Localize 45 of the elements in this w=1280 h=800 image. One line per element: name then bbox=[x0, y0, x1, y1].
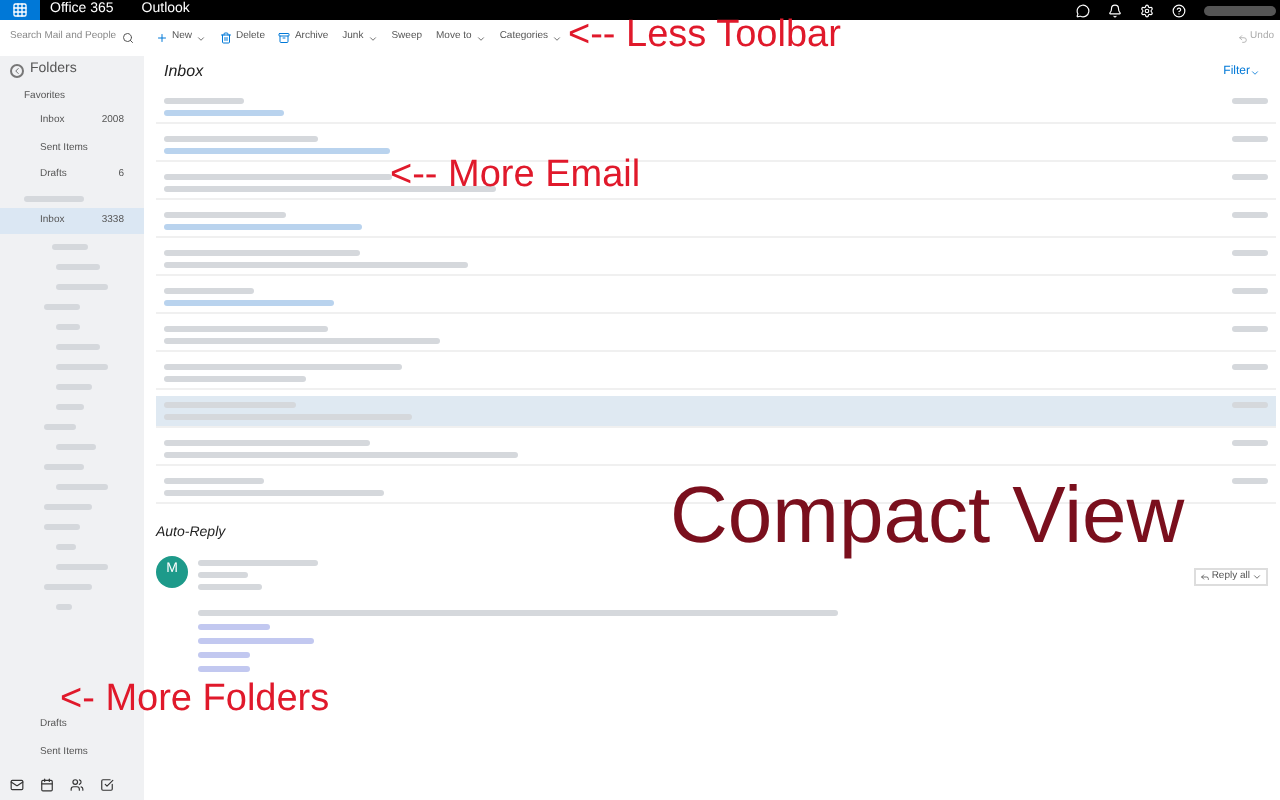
reply-icon bbox=[1199, 571, 1210, 582]
blurred-text bbox=[164, 478, 264, 484]
blurred-text bbox=[1232, 440, 1268, 446]
blurred-text bbox=[164, 212, 286, 218]
blurred-text bbox=[1232, 478, 1268, 484]
settings-icon[interactable] bbox=[1140, 3, 1154, 17]
blurred-text bbox=[198, 623, 270, 629]
blurred-text bbox=[164, 98, 244, 104]
blurred-text bbox=[164, 288, 254, 294]
blurred-text bbox=[1232, 288, 1268, 294]
blurred-text bbox=[198, 571, 248, 577]
undo-icon bbox=[1238, 33, 1249, 43]
blurred-text bbox=[1232, 98, 1268, 104]
bell-icon[interactable] bbox=[1108, 3, 1122, 17]
caret-icon bbox=[1250, 67, 1260, 77]
calendar-icon[interactable] bbox=[40, 778, 54, 792]
people-icon[interactable] bbox=[70, 778, 84, 792]
blurred-text bbox=[198, 583, 262, 589]
archive-icon bbox=[278, 32, 291, 44]
annotation-text: Compact View bbox=[670, 476, 1185, 556]
blurred-text bbox=[198, 651, 250, 657]
inbox-title: Inbox bbox=[164, 60, 204, 84]
blurred-text bbox=[1232, 136, 1268, 142]
plus-icon bbox=[156, 32, 168, 44]
trash-icon bbox=[220, 32, 233, 44]
blurred-text bbox=[198, 665, 250, 671]
blurred-text bbox=[1232, 364, 1268, 370]
caret-icon bbox=[1252, 571, 1262, 582]
annotation-text: <-- Less Toolbar bbox=[568, 16, 841, 54]
search-icon bbox=[122, 32, 134, 44]
blurred-text bbox=[1232, 174, 1268, 180]
annotation-text: <- More Folders bbox=[60, 680, 330, 718]
blurred-text bbox=[198, 559, 318, 565]
help-icon[interactable] bbox=[1172, 3, 1186, 17]
collapse-icon bbox=[10, 63, 24, 78]
mail-icon[interactable] bbox=[10, 778, 24, 792]
blurred-text bbox=[1232, 326, 1268, 332]
app-launcher[interactable] bbox=[0, 0, 40, 20]
account-name[interactable] bbox=[1204, 5, 1276, 15]
chat-icon[interactable] bbox=[1076, 3, 1090, 17]
blurred-text bbox=[1232, 250, 1268, 256]
annotation-text: <-- More Email bbox=[390, 156, 641, 194]
blurred-text bbox=[1232, 212, 1268, 218]
tasks-icon[interactable] bbox=[100, 778, 114, 792]
blurred-text bbox=[198, 637, 314, 643]
